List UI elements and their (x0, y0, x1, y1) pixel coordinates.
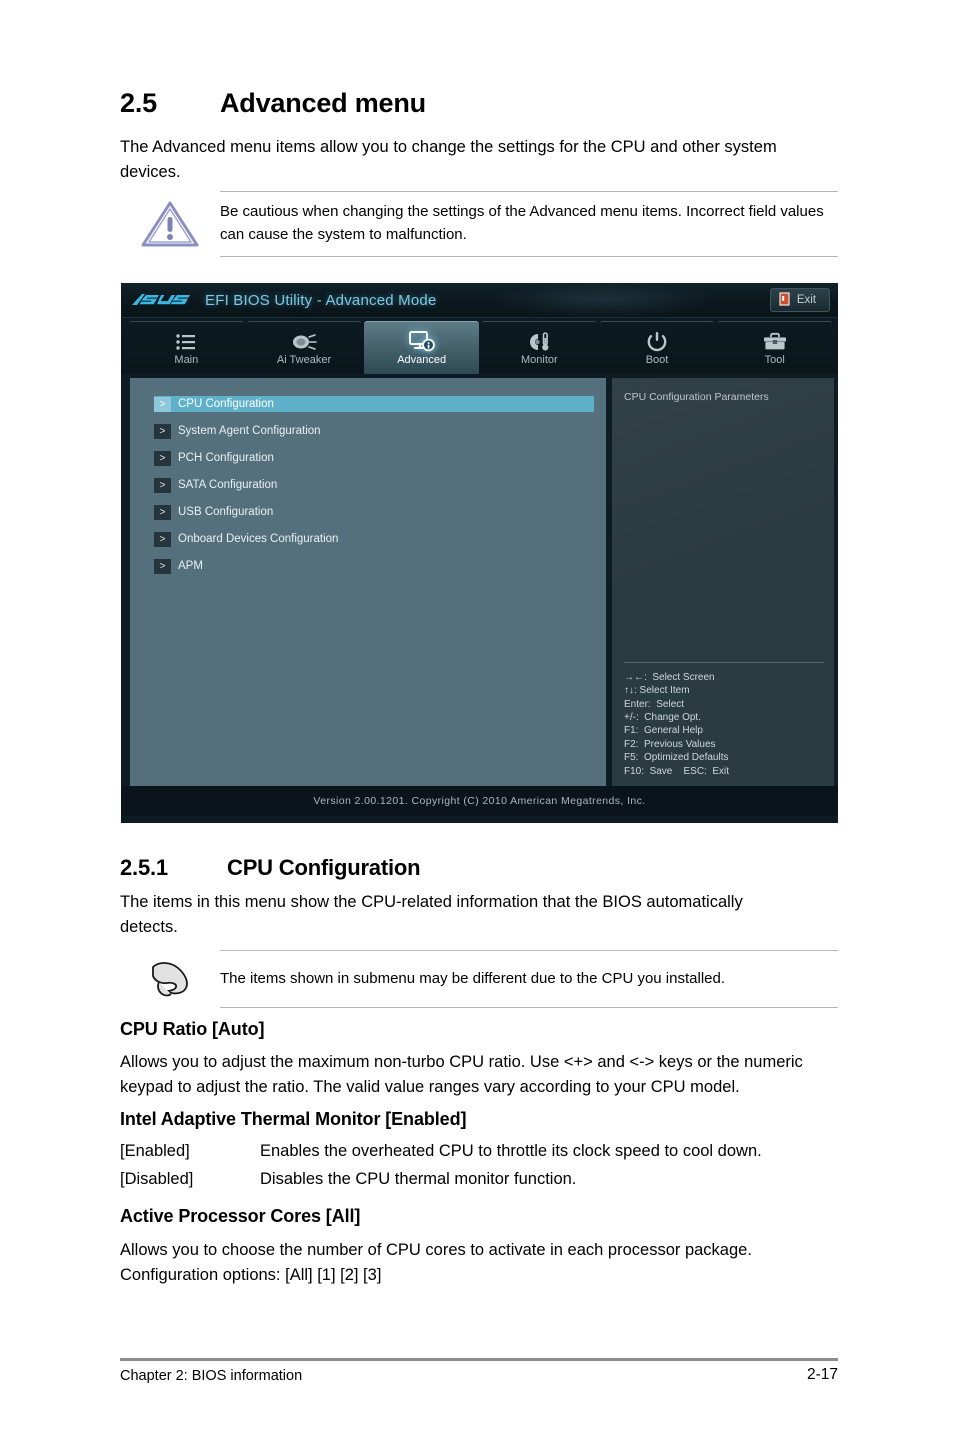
bios-menu-list: > CPU Configuration > System Agent Confi… (130, 378, 606, 786)
bios-title: EFI BIOS Utility - Advanced Mode (205, 291, 437, 309)
option-row-enabled: [Enabled] Enables the overheated CPU to … (120, 1142, 762, 1161)
exit-door-icon (779, 291, 790, 309)
legend-row: →←: Select Screen (624, 671, 715, 683)
help-description: CPU Configuration Parameters (624, 391, 769, 403)
manual-page: 2.5 Advanced menu The Advanced menu item… (0, 0, 954, 1438)
tab-ai-tweaker[interactable]: Ai Tweaker (246, 321, 362, 374)
footer-page-number: 2-17 (806, 1366, 838, 1383)
item-heading-active-cores: Active Processor Cores [All] (120, 1206, 361, 1226)
item-heading-thermal-monitor: Intel Adaptive Thermal Monitor [Enabled] (120, 1109, 467, 1129)
bios-tabbar: Main Ai Tweaker Advanced Monitor Boot To… (121, 318, 838, 374)
tab-label: Ai Tweaker (276, 354, 332, 366)
info-note: The items shown in submenu may be differ… (120, 950, 838, 1008)
chevron-right-icon: > (154, 558, 171, 574)
menu-item-label: SATA Configuration (178, 479, 278, 491)
menu-item-label: APM (178, 560, 203, 572)
option-desc: Enables the overheated CPU to throttle i… (260, 1142, 762, 1160)
legend-row: F2: Previous Values (624, 738, 716, 750)
tab-boot[interactable]: Boot (599, 321, 715, 374)
chevron-right-icon: > (154, 531, 171, 547)
option-key: [Enabled] (120, 1142, 190, 1160)
tab-label: Monitor (521, 354, 558, 366)
menu-item-onboard-devices-configuration[interactable]: > Onboard Devices Configuration (154, 531, 594, 547)
bios-version-footer: Version 2.00.1201. Copyright (C) 2010 Am… (121, 786, 838, 816)
menu-item-sata-configuration[interactable]: > SATA Configuration (154, 477, 594, 493)
menu-item-system-agent-configuration[interactable]: > System Agent Configuration (154, 423, 594, 439)
tuning-knob-icon (291, 330, 317, 352)
menu-item-cpu-configuration[interactable]: > CPU Configuration (154, 396, 594, 412)
note-rule-bottom (220, 1007, 838, 1008)
exit-button[interactable]: Exit (769, 288, 830, 312)
menu-item-pch-configuration[interactable]: > PCH Configuration (154, 450, 594, 466)
page-title: 2.5 Advanced menu (120, 88, 426, 119)
legend-row: F5: Optimized Defaults (624, 752, 729, 764)
caution-triangle-icon (120, 200, 220, 248)
footer-chapter-label: Chapter 2: BIOS information (120, 1368, 303, 1384)
tab-monitor[interactable]: Monitor (482, 321, 597, 374)
chevron-right-icon: > (154, 504, 171, 520)
tab-label: Boot (645, 354, 669, 366)
bios-titlebar: EFI BIOS Utility - Advanced Mode Exit (121, 283, 838, 318)
legend-row: ↑↓: Select Item (624, 685, 690, 697)
power-icon (646, 330, 668, 352)
menu-item-usb-configuration[interactable]: > USB Configuration (154, 504, 594, 520)
asus-logo-icon (131, 292, 195, 309)
monitor-info-icon (408, 330, 435, 352)
legend-divider (624, 661, 824, 663)
tab-main[interactable]: Main (129, 321, 244, 374)
chevron-right-icon: > (154, 450, 171, 466)
chevron-right-icon: > (154, 477, 171, 493)
caution-note: Be cautious when changing the settings o… (120, 191, 838, 257)
option-desc: Disables the CPU thermal monitor functio… (260, 1170, 577, 1188)
bios-screenshot: EFI BIOS Utility - Advanced Mode Exit Ma… (121, 283, 838, 823)
tab-label: Tool (764, 354, 785, 366)
menu-item-label: Onboard Devices Configuration (178, 533, 339, 545)
tab-label: Advanced (397, 354, 447, 366)
legend-row: +/-: Change Opt. (624, 711, 701, 723)
subsection-title-text: CPU Configuration (227, 855, 421, 880)
toolbox-icon (762, 330, 788, 352)
exit-label: Exit (796, 294, 816, 306)
footer-divider (120, 1358, 838, 1361)
option-row-disabled: [Disabled] Disables the CPU thermal moni… (120, 1170, 576, 1189)
pointing-hand-icon (120, 958, 220, 1000)
item-body-active-cores-line1: Allows you to choose the number of CPU c… (120, 1241, 752, 1259)
item-heading-cpu-ratio: CPU Ratio [Auto] (120, 1019, 265, 1039)
chevron-right-icon: > (154, 396, 171, 412)
tab-label: Main (174, 354, 199, 366)
tab-advanced[interactable]: Advanced (364, 321, 480, 374)
item-body-cpu-ratio: Allows you to adjust the maximum non-tur… (120, 1053, 803, 1096)
menu-item-label: PCH Configuration (178, 452, 274, 464)
legend-row: Enter: Select (624, 698, 685, 710)
subsection-intro: The items in this menu show the CPU-rela… (120, 893, 743, 936)
section-intro: The Advanced menu items allow you to cha… (120, 138, 777, 181)
caution-text: Be cautious when changing the settings o… (220, 203, 824, 243)
option-key: [Disabled] (120, 1170, 194, 1188)
legend-row: F10: Save ESC: Exit (624, 765, 730, 777)
fan-thermometer-icon (526, 330, 552, 352)
section-title: Advanced menu (220, 88, 426, 118)
legend-row: F1: General Help (624, 725, 703, 737)
menu-item-label: CPU Configuration (178, 398, 274, 410)
tab-tool[interactable]: Tool (717, 321, 833, 374)
subsection-number: 2.5.1 (120, 855, 168, 880)
note-text: The items shown in submenu may be differ… (220, 969, 725, 987)
section-number: 2.5 (120, 88, 157, 118)
bios-help-panel: CPU Configuration Parameters →←: Select … (612, 378, 834, 786)
subsection-title: 2.5.1 CPU Configuration (120, 855, 421, 881)
key-legend: →←: Select Screen ↑↓: Select Item Enter:… (624, 661, 824, 778)
menu-item-label: System Agent Configuration (178, 425, 321, 437)
chevron-right-icon: > (154, 423, 171, 439)
menu-item-label: USB Configuration (178, 506, 274, 518)
list-icon (175, 330, 197, 352)
menu-item-apm[interactable]: > APM (154, 558, 594, 574)
note-rule-bottom (220, 256, 838, 257)
bios-content: > CPU Configuration > System Agent Confi… (121, 374, 838, 786)
item-body-active-cores-line2: Configuration options: [All] [1] [2] [3] (120, 1266, 382, 1284)
